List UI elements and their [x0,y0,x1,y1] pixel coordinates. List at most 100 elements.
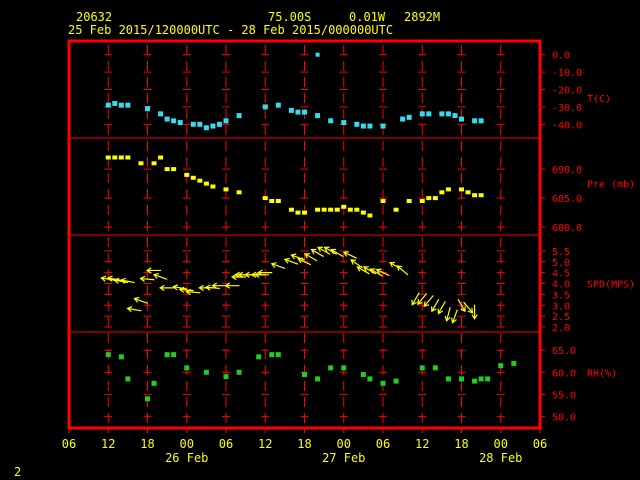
humidity-point [380,380,386,386]
pressure-point [426,196,432,201]
pressure-point [118,155,124,160]
panel-label: SPD(MPS) [587,280,635,291]
temperature-point [190,121,196,127]
wind-arrow [158,284,175,291]
pressure-point [360,210,366,215]
pressure-point [236,190,242,195]
humidity-point [151,380,157,386]
humidity-point [118,354,124,360]
panel-label: RH(%) [587,368,617,379]
y-tick-label: 65.0 [552,346,576,357]
temperature-point [164,116,170,122]
x-tick-label: 18 [140,437,154,451]
humidity-point [223,374,229,380]
y-tick-label: 60.0 [552,368,576,379]
pressure-point [184,172,190,177]
humidity-point [511,360,517,366]
humidity-point [341,365,347,371]
temperature-point [145,106,150,112]
x-tick-label: 06 [62,437,76,451]
pressure-point [341,204,347,209]
humidity-point [478,376,484,382]
temperature-point [302,109,307,115]
y-tick-label: -20.0 [552,86,582,97]
pressure-point [197,178,203,183]
pressure-point [439,190,445,195]
temperature-point [125,102,131,108]
humidity-point [105,352,111,358]
humidity-point [419,365,425,371]
temperature-point [197,121,203,127]
humidity-point [367,376,373,382]
pressure-point [354,207,360,212]
wind-arrow [145,267,162,274]
temperature-point [112,100,118,106]
wind-arrow [450,309,458,324]
pressure-point [210,184,216,189]
date-label: 26 Feb [165,451,208,465]
y-tick-label: 2.0 [552,323,570,334]
x-tick-label: 06 [533,437,547,451]
temperature-point [223,118,229,124]
y-tick-label: 3.5 [552,290,570,301]
humidity-point [459,376,464,382]
x-tick-label: 18 [297,437,311,451]
humidity-point [145,396,150,402]
pressure-point [288,207,294,212]
wind-arrow [126,305,142,313]
temperature-point [367,123,373,129]
x-tick-label: 06 [219,437,233,451]
temperature-point [262,104,268,110]
pressure-point [151,161,157,166]
x-tick-label: 12 [415,437,429,451]
wind-arrow [270,262,286,270]
wind-arrow [152,272,168,280]
pressure-point [125,155,131,160]
y-tick-label: 2.5 [552,312,570,323]
pressure-point [328,207,334,212]
pressure-point [138,161,144,166]
temperature-point [315,52,320,57]
x-tick-label: 12 [258,437,272,451]
pressure-point [223,187,229,192]
humidity-point [432,365,438,371]
temperature-point [478,118,484,124]
humidity-point [485,376,491,382]
wind-arrow [303,253,318,262]
pressure-point [190,175,196,180]
humidity-point [498,363,504,369]
pressure-point [171,167,177,172]
temperature-point [288,107,294,113]
wind-arrow [423,295,434,308]
pressure-point [459,187,464,192]
y-tick-label: 55.0 [552,390,576,401]
temperature-point [295,109,301,115]
y-tick-label: 3.0 [552,301,570,312]
humidity-point [125,376,131,382]
pressure-point [203,181,209,186]
pressure-point [112,155,118,160]
wind-arrow [317,246,331,255]
temperature-point [439,111,445,117]
temperature-point [203,125,209,131]
y-tick-label: 690.0 [552,165,582,176]
temperature-point [472,118,478,124]
pressure-point [380,199,386,203]
meteogram-chart: 0.0 -10.0 -20.0 -30.0 -40.0 T(C) 690.0 685.0 680… [62,39,635,465]
pressure-point [302,210,307,215]
y-tick-label: 4.5 [552,269,570,280]
humidity-point [184,365,190,371]
y-tick-label: -30.0 [552,103,582,114]
pressure-point [419,199,425,203]
pressure-point [164,167,170,172]
temperature-point [171,118,177,124]
temperature-point [118,102,124,108]
wind-arrow [444,307,451,322]
y-tick-label: 685.0 [552,194,582,205]
pressure-point [105,155,111,160]
temperature-point [275,102,281,108]
panel-label: Pre (mb) [587,180,635,191]
y-tick-label: 680.0 [552,223,582,234]
wind-arrow [224,282,240,289]
temperature-point [380,123,386,129]
